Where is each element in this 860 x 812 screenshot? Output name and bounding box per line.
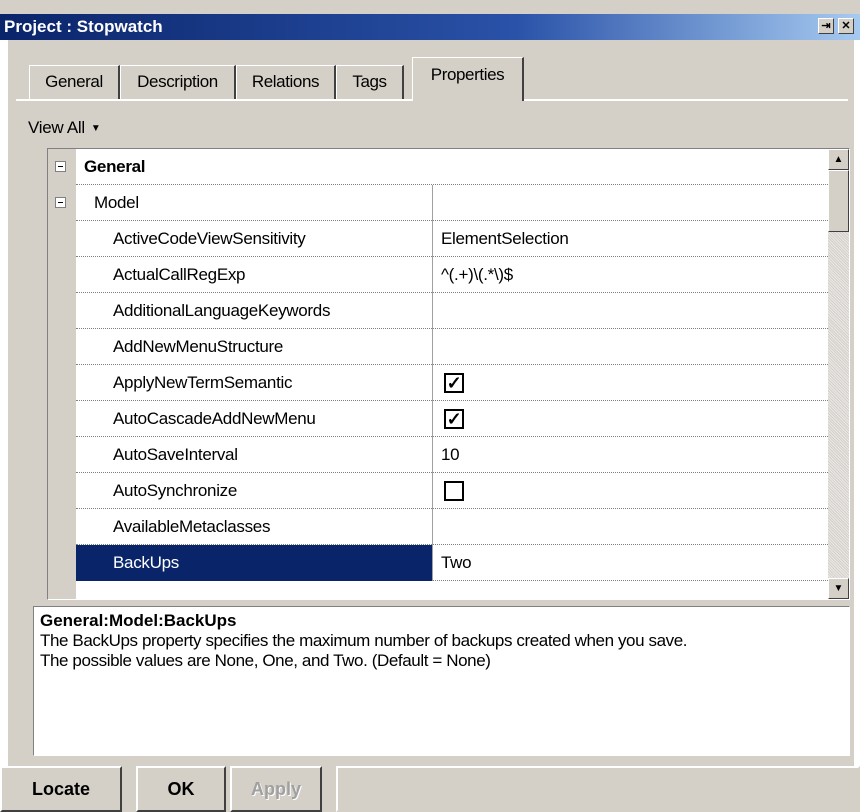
description-pane: General:Model:BackUps The BackUps proper… (33, 606, 850, 756)
tab-relations[interactable]: Relations (236, 65, 336, 99)
ok-button[interactable]: OK (136, 766, 226, 812)
description-line: The possible values are None, One, and T… (40, 651, 491, 670)
property-row[interactable]: ActiveCodeViewSensitivity ElementSelecti… (76, 221, 828, 257)
property-value[interactable] (433, 509, 836, 545)
property-value: ✓ (433, 401, 836, 437)
property-value[interactable]: Two (433, 545, 836, 581)
property-row[interactable]: AvailableMetaclasses (76, 509, 828, 545)
collapse-icon[interactable] (55, 197, 66, 208)
close-icon[interactable]: ✕ (838, 18, 854, 34)
scroll-down-icon[interactable]: ▼ (828, 578, 849, 599)
checkbox-unchecked[interactable] (444, 481, 464, 501)
property-name: ActualCallRegExp (76, 257, 433, 293)
tab-label: General (45, 72, 103, 91)
collapse-icon[interactable] (55, 161, 66, 172)
property-row-selected[interactable]: BackUps Two (76, 545, 828, 581)
view-all-label: View All (28, 118, 85, 137)
property-value[interactable]: ElementSelection (433, 221, 836, 257)
property-value[interactable] (433, 293, 836, 329)
property-name: ActiveCodeViewSensitivity (76, 221, 433, 257)
tab-label: Properties (430, 65, 505, 84)
property-row[interactable]: AddNewMenuStructure (76, 329, 828, 365)
property-name: AddNewMenuStructure (76, 329, 433, 365)
tab-label: Description (137, 72, 218, 91)
title-bar[interactable]: Project : Stopwatch ⇥ ✕ (0, 14, 860, 40)
scroll-thumb[interactable] (828, 170, 849, 232)
tab-label: Relations (251, 72, 320, 91)
description-line: The BackUps property specifies the maxim… (40, 631, 688, 650)
view-all-dropdown[interactable]: View All ▼ (28, 118, 101, 138)
property-value[interactable]: 10 (433, 437, 836, 473)
window-title: Project : Stopwatch (4, 17, 163, 36)
group-row[interactable]: Model (76, 185, 828, 221)
tab-label: Tags (352, 72, 387, 91)
property-value: ✓ (433, 365, 836, 401)
button-bar-fill (336, 766, 860, 812)
project-dialog: Project : Stopwatch ⇥ ✕ General Descript… (0, 0, 860, 812)
tab-properties[interactable]: Properties (412, 57, 524, 101)
property-name: AutoCascadeAddNewMenu (76, 401, 433, 437)
section-label: General (84, 157, 146, 176)
property-name: AutoSynchronize (76, 473, 433, 509)
property-grid: General Model ActiveCodeViewSensitivity … (47, 148, 850, 600)
grid-gutter (48, 149, 76, 599)
property-row[interactable]: AutoCascadeAddNewMenu ✓ (76, 401, 828, 437)
property-value[interactable] (433, 329, 836, 365)
checkbox-checked[interactable]: ✓ (444, 373, 464, 393)
section-row[interactable]: General (76, 149, 828, 185)
window-edge (0, 40, 8, 812)
tab-general[interactable]: General (29, 65, 120, 99)
property-row[interactable]: AutoSaveInterval 10 (76, 437, 828, 473)
description-title: General:Model:BackUps (40, 611, 237, 630)
property-row[interactable]: AutoSynchronize (76, 473, 828, 509)
window-edge (854, 40, 860, 812)
property-name: ApplyNewTermSemantic (76, 365, 433, 401)
property-value (433, 473, 836, 509)
locate-button[interactable]: Locate (0, 766, 122, 812)
pin-icon[interactable]: ⇥ (818, 18, 834, 34)
property-name: AutoSaveInterval (76, 437, 433, 473)
apply-button[interactable]: Apply (230, 766, 322, 812)
group-value (433, 185, 836, 221)
property-name: BackUps (76, 545, 433, 581)
group-label: Model (76, 185, 433, 221)
button-bar: Locate OK Apply (0, 766, 860, 812)
checkbox-checked[interactable]: ✓ (444, 409, 464, 429)
tab-description[interactable]: Description (120, 65, 236, 99)
chevron-down-icon: ▼ (90, 123, 101, 134)
property-row[interactable]: ApplyNewTermSemantic ✓ (76, 365, 828, 401)
vertical-scrollbar[interactable]: ▲ ▼ (828, 149, 849, 599)
property-value[interactable]: ^(.+)\(.*\)$ (433, 257, 836, 293)
property-row[interactable]: ActualCallRegExp ^(.+)\(.*\)$ (76, 257, 828, 293)
property-name: AvailableMetaclasses (76, 509, 433, 545)
property-name: AdditionalLanguageKeywords (76, 293, 433, 329)
property-row[interactable]: AdditionalLanguageKeywords (76, 293, 828, 329)
scroll-up-icon[interactable]: ▲ (828, 149, 849, 170)
tab-tags[interactable]: Tags (336, 65, 404, 99)
